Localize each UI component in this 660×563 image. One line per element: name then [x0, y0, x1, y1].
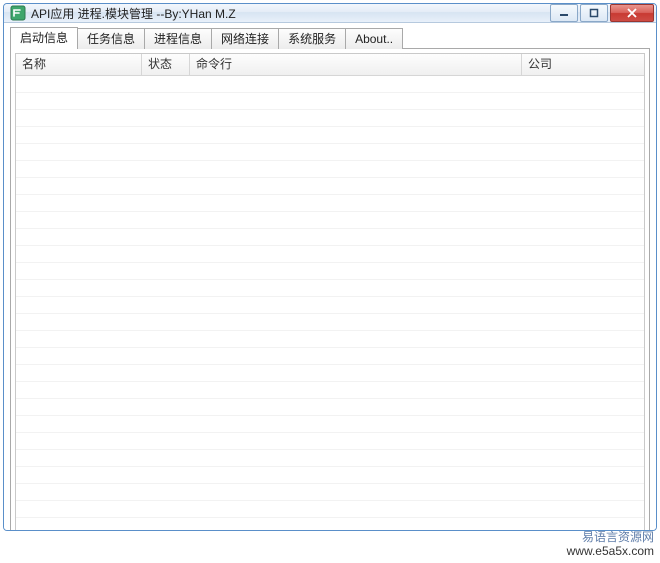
tab-0[interactable]: 启动信息 [10, 27, 78, 49]
list-row [16, 382, 644, 399]
tab-4[interactable]: 系统服务 [278, 28, 346, 49]
list-row [16, 229, 644, 246]
tab-1[interactable]: 任务信息 [77, 28, 145, 49]
list-row [16, 178, 644, 195]
watermark-url: www.e5a5x.com [567, 544, 654, 558]
column-header-1[interactable]: 状态 [142, 54, 190, 75]
listview-header: 名称状态命令行公司 [16, 54, 644, 76]
listview[interactable]: 名称状态命令行公司 [15, 53, 645, 531]
list-row [16, 518, 644, 531]
list-row [16, 127, 644, 144]
watermark: 易语言资源网 www.e5a5x.com [567, 530, 654, 558]
main-window: API应用 进程.模块管理 --By:YHan M.Z 启动信息任务信息进程信息… [3, 3, 657, 531]
list-row [16, 348, 644, 365]
list-row [16, 331, 644, 348]
list-row [16, 365, 644, 382]
minimize-button[interactable] [550, 4, 578, 22]
list-row [16, 484, 644, 501]
list-row [16, 297, 644, 314]
list-row [16, 76, 644, 93]
tab-bar: 启动信息任务信息进程信息网络连接系统服务About.. [10, 27, 650, 49]
list-row [16, 93, 644, 110]
list-row [16, 280, 644, 297]
tab-3[interactable]: 网络连接 [211, 28, 279, 49]
list-row [16, 467, 644, 484]
listview-body[interactable] [16, 76, 644, 531]
list-row [16, 501, 644, 518]
window-title: API应用 进程.模块管理 --By:YHan M.Z [31, 5, 550, 22]
tab-5[interactable]: About.. [345, 28, 403, 49]
list-row [16, 450, 644, 467]
column-header-0[interactable]: 名称 [16, 54, 142, 75]
watermark-line1: 易语言资源网 [567, 530, 654, 544]
column-header-2[interactable]: 命令行 [190, 54, 522, 75]
list-row [16, 433, 644, 450]
list-row [16, 263, 644, 280]
list-row [16, 212, 644, 229]
tab-2[interactable]: 进程信息 [144, 28, 212, 49]
list-row [16, 246, 644, 263]
list-row [16, 399, 644, 416]
maximize-button[interactable] [580, 4, 608, 22]
window-controls [550, 4, 654, 22]
column-header-3[interactable]: 公司 [522, 54, 638, 75]
list-row [16, 416, 644, 433]
list-row [16, 110, 644, 127]
titlebar[interactable]: API应用 进程.模块管理 --By:YHan M.Z [4, 4, 656, 23]
close-button[interactable] [610, 4, 654, 22]
list-row [16, 314, 644, 331]
list-row [16, 195, 644, 212]
tab-content: 名称状态命令行公司 [10, 48, 650, 531]
list-row [16, 144, 644, 161]
list-row [16, 161, 644, 178]
app-icon [10, 5, 26, 21]
client-area: 启动信息任务信息进程信息网络连接系统服务About.. 名称状态命令行公司 [4, 23, 656, 531]
